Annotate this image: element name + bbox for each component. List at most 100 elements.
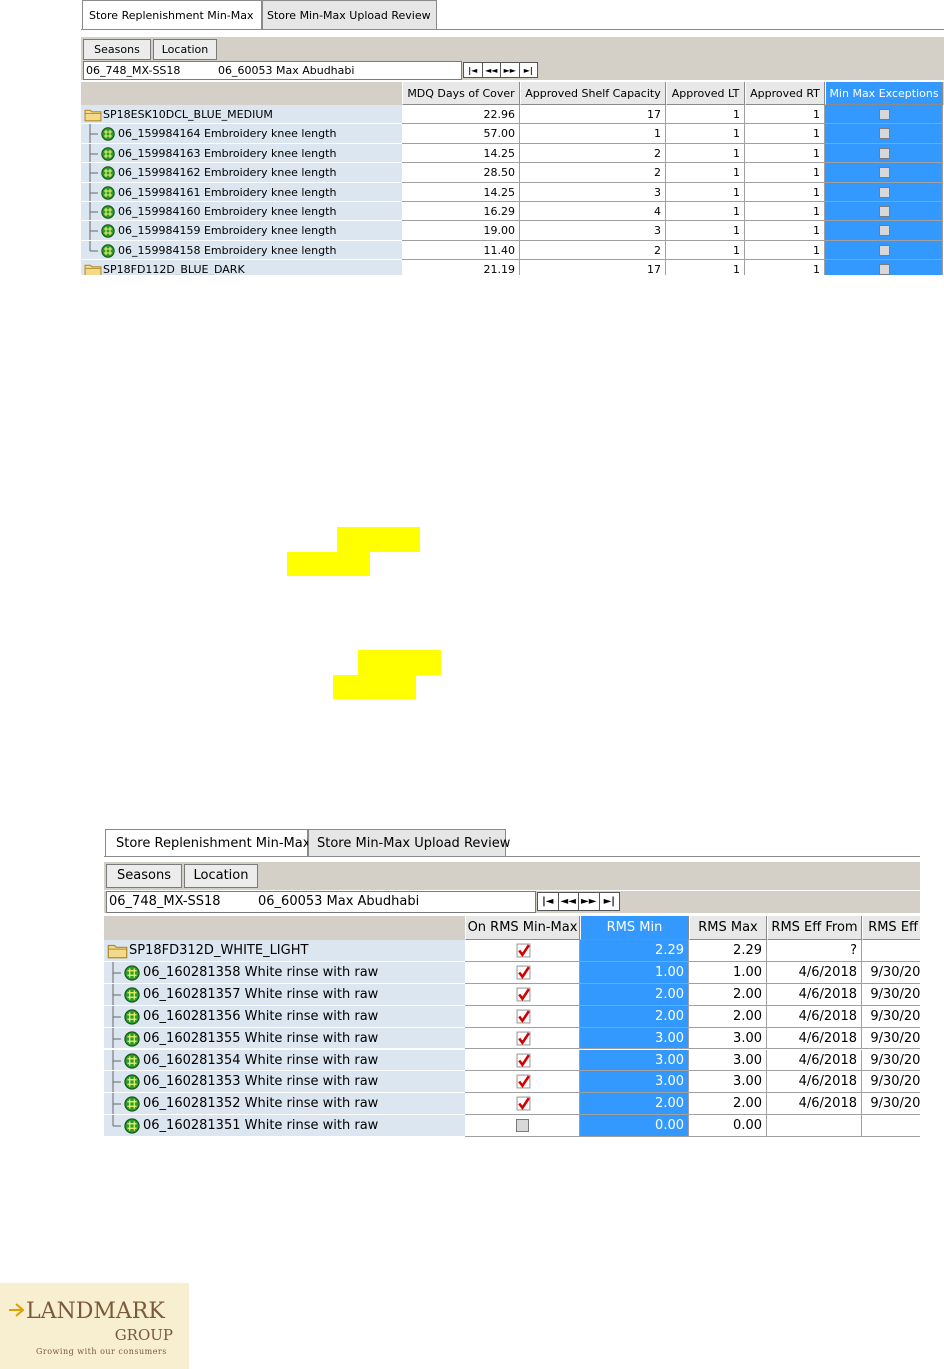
grid-cell[interactable]: 1 (745, 202, 825, 222)
grid-cell[interactable]: 1.00 (689, 961, 767, 984)
previous-page-button[interactable]: ◄◄ (559, 893, 579, 910)
location-button[interactable]: Location (153, 39, 217, 60)
previous-page-button[interactable]: ◄◄ (483, 63, 501, 77)
tree-item-row[interactable]: 06_160281358 White rinse with raw (104, 961, 465, 984)
grid-cell[interactable]: 1 (745, 221, 825, 241)
tree-item-row[interactable]: 06_160281353 White rinse with raw (104, 1071, 465, 1094)
tab-store-replenishment-min-max[interactable]: Store Replenishment Min-Max (105, 829, 310, 856)
column-header[interactable]: RMS Min (580, 916, 689, 940)
checked-checkbox-icon[interactable] (516, 1053, 531, 1070)
first-record-button[interactable]: |◄ (464, 63, 483, 77)
checked-checkbox-icon[interactable] (516, 965, 531, 982)
grid-cell[interactable]: 4/6/2018 (767, 1049, 862, 1072)
grid-cell[interactable]: 9/30/2018 (862, 1005, 920, 1028)
grid-cell[interactable] (465, 1115, 580, 1138)
grid-cell[interactable]: 1 (666, 124, 745, 144)
tree-item-row[interactable]: 06_159984163 Embroidery knee length (81, 143, 402, 164)
column-header[interactable]: Min Max Exceptions (825, 82, 943, 105)
tree-item-row[interactable]: 06_159984162 Embroidery knee length (81, 163, 402, 183)
context-selector[interactable]: 06_748_MX-SS18 06_60053 Max Abudhabi (83, 61, 462, 80)
grid-cell[interactable]: 3 (520, 221, 666, 241)
grid-cell[interactable]: 1 (520, 124, 666, 144)
grid-cell[interactable] (825, 124, 943, 144)
grid-cell[interactable]: 2 (520, 143, 666, 164)
grid-cell[interactable]: 11.40 (402, 240, 520, 261)
first-record-button[interactable]: |◄ (538, 893, 559, 910)
grid-cell[interactable] (465, 1027, 580, 1050)
grid-cell[interactable] (825, 202, 943, 222)
grid-cell[interactable] (465, 1071, 580, 1094)
tree-item-row[interactable]: 06_160281354 White rinse with raw (104, 1049, 465, 1072)
tree-item-row[interactable]: 06_159984159 Embroidery knee length (81, 221, 402, 241)
unchecked-checkbox-icon[interactable] (879, 167, 890, 179)
last-record-button[interactable]: ►| (520, 63, 538, 77)
tree-item-row[interactable]: 06_159984161 Embroidery knee length (81, 182, 402, 202)
grid-cell[interactable] (465, 961, 580, 984)
grid-cell[interactable]: 2.00 (689, 1093, 767, 1116)
grid-cell[interactable]: 4/6/2018 (767, 1027, 862, 1050)
grid-cell[interactable]: 2 (520, 240, 666, 261)
unchecked-checkbox-icon[interactable] (879, 264, 890, 275)
grid-cell[interactable]: 1 (666, 221, 745, 241)
grid-cell[interactable]: 9/30/2018 (862, 1071, 920, 1094)
grid-cell[interactable]: 1 (666, 182, 745, 202)
tree-item-row[interactable]: 06_160281352 White rinse with raw (104, 1093, 465, 1116)
grid-cell[interactable]: 1 (666, 240, 745, 261)
column-header[interactable]: MDQ Days of Cover (402, 82, 520, 105)
tab-store-replenishment-min-max[interactable]: Store Replenishment Min-Max (82, 0, 262, 29)
grid-cell[interactable]: ? (767, 940, 862, 962)
grid-cell[interactable]: 28.50 (402, 163, 520, 183)
grid-cell[interactable]: 1 (745, 182, 825, 202)
grid-cell[interactable]: 4/6/2018 (767, 961, 862, 984)
grid-cell[interactable]: 9/30/2018 (862, 983, 920, 1006)
tree-item-row[interactable]: 06_159984164 Embroidery knee length (81, 124, 402, 144)
grid-cell[interactable]: 9/30/2018 (862, 1027, 920, 1050)
grid-cell[interactable] (465, 1005, 580, 1028)
next-page-button[interactable]: ►► (501, 63, 520, 77)
grid-cell[interactable]: 3.00 (580, 1071, 689, 1094)
unchecked-checkbox-icon[interactable] (879, 147, 890, 159)
grid-cell[interactable]: 1 (666, 260, 745, 275)
grid-cell[interactable]: 22.96 (402, 105, 520, 125)
grid-cell[interactable]: 3.00 (689, 1027, 767, 1050)
tree-item-row[interactable]: 06_159984160 Embroidery knee length (81, 202, 402, 222)
grid-cell[interactable]: 16.29 (402, 202, 520, 222)
seasons-button[interactable]: Seasons (83, 39, 151, 60)
column-header[interactable]: RMS Eff To (862, 916, 920, 940)
grid-cell[interactable]: 1 (745, 163, 825, 183)
grid-cell[interactable]: 17 (520, 105, 666, 125)
grid-cell[interactable] (825, 143, 943, 164)
grid-cell[interactable]: 4/6/2018 (767, 1093, 862, 1116)
tree-item-row[interactable]: 06_160281357 White rinse with raw (104, 983, 465, 1006)
grid-cell[interactable]: 17 (520, 260, 666, 275)
column-header[interactable]: Approved RT (745, 82, 825, 105)
grid-cell[interactable] (465, 1093, 580, 1116)
grid-cell[interactable]: 1 (666, 202, 745, 222)
grid-cell[interactable] (825, 240, 943, 261)
grid-cell[interactable]: 1.00 (580, 961, 689, 984)
grid-cell[interactable]: 2 (520, 163, 666, 183)
context-selector[interactable]: 06_748_MX-SS18 06_60053 Max Abudhabi (106, 891, 536, 913)
checked-checkbox-icon[interactable] (516, 1009, 531, 1026)
grid-cell[interactable] (825, 182, 943, 202)
grid-cell[interactable]: 4 (520, 202, 666, 222)
tree-item-row[interactable]: 06_160281356 White rinse with raw (104, 1005, 465, 1028)
tree-folder-row[interactable]: SP18FD112D_BLUE_DARK (81, 260, 402, 275)
grid-cell[interactable]: 0.00 (580, 1115, 689, 1138)
grid-cell[interactable]: 3.00 (580, 1027, 689, 1050)
column-header[interactable]: RMS Eff From (767, 916, 862, 940)
checked-checkbox-icon[interactable] (516, 943, 531, 960)
grid-cell[interactable]: 4/6/2018 (767, 983, 862, 1006)
checked-checkbox-icon[interactable] (516, 987, 531, 1004)
grid-cell[interactable]: 1 (745, 240, 825, 261)
unchecked-checkbox-icon[interactable] (516, 1119, 529, 1133)
location-button[interactable]: Location (184, 864, 258, 888)
column-header[interactable]: Approved LT (666, 82, 745, 105)
grid-cell[interactable] (465, 1049, 580, 1072)
grid-cell[interactable] (862, 1115, 920, 1138)
grid-cell[interactable]: 21.19 (402, 260, 520, 275)
unchecked-checkbox-icon[interactable] (879, 225, 890, 237)
last-record-button[interactable]: ►| (600, 893, 620, 910)
grid-cell[interactable] (465, 940, 580, 962)
grid-cell[interactable] (825, 260, 943, 275)
